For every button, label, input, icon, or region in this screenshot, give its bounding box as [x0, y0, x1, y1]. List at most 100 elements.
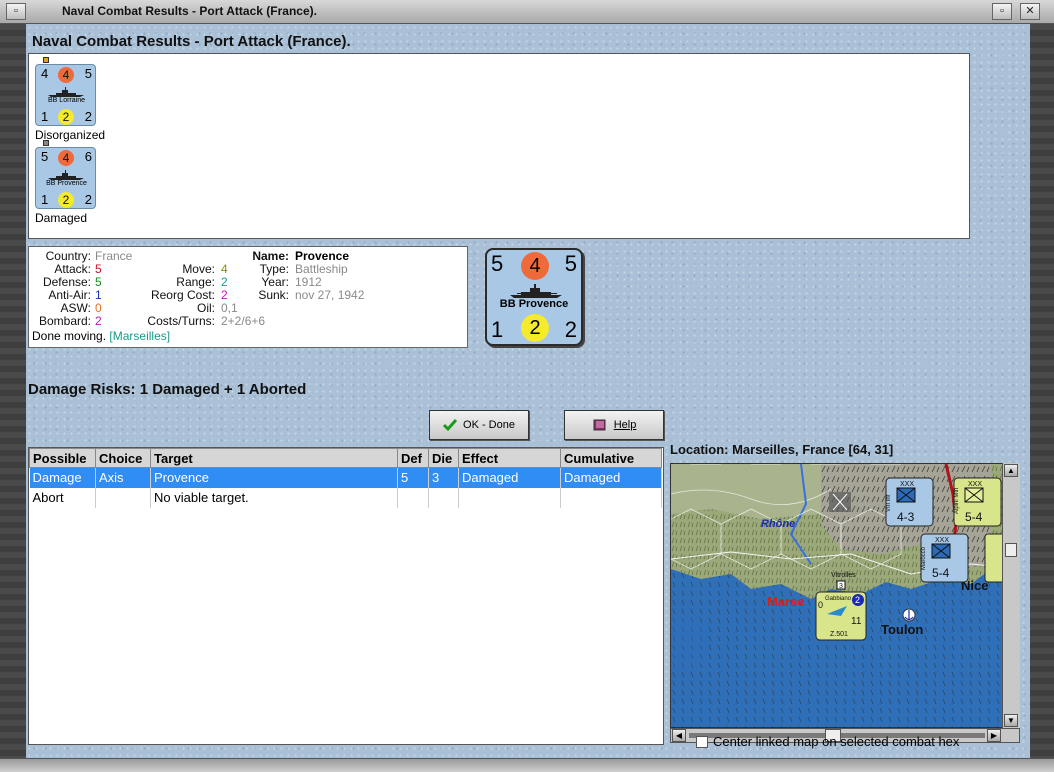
- reorg-value: 2: [221, 288, 228, 302]
- year-value: 1912: [295, 275, 322, 289]
- oil-label: Oil:: [197, 301, 215, 315]
- svg-text:Z.501: Z.501: [830, 631, 848, 638]
- attack-value: 5: [95, 262, 102, 276]
- battleship-icon: [48, 87, 84, 97]
- window-frame-left: [0, 24, 26, 764]
- sunk-value: nov 27, 1942: [295, 288, 365, 302]
- column-header[interactable]: Target: [150, 448, 398, 468]
- unit-counter[interactable]: 5 4 6 BB Provence 1 2 2: [35, 140, 96, 209]
- map-counter-alpini-mtn[interactable]: XXX 5-4 Alpini Mtn: [953, 477, 1002, 527]
- column-header[interactable]: Def: [397, 448, 429, 468]
- svg-text:XXX: XXX: [968, 481, 982, 488]
- counter-value: 4: [41, 66, 49, 81]
- svg-text:5-4: 5-4: [965, 510, 983, 524]
- svg-text:Marocco: Marocco: [921, 546, 927, 570]
- close-icon[interactable]: ✕: [1020, 3, 1040, 20]
- unit-status: Damaged: [35, 211, 88, 225]
- attack-circle: 4: [58, 67, 74, 83]
- unit-name: BB Provence: [46, 180, 87, 187]
- year-label: Year:: [261, 275, 289, 289]
- map-label-vitrolles: Vitrolles: [831, 572, 856, 579]
- column-header[interactable]: Possible: [29, 448, 96, 468]
- counter-value: 2: [564, 317, 577, 342]
- column-header[interactable]: Cumulative: [560, 448, 662, 468]
- bombard-label: Bombard:: [38, 314, 91, 328]
- linked-map[interactable]: Rhône Marse Toulon Nice Vitrolles 3 XXX …: [670, 463, 1020, 728]
- unit-info-panel: Country: France Attack: 5 Defense: 5 Ant…: [28, 246, 468, 348]
- help-label: Help: [613, 419, 637, 431]
- defense-circle: 2: [58, 109, 74, 125]
- window-title: Naval Combat Results - Port Attack (Fran…: [62, 4, 317, 18]
- unit-counter[interactable]: 4 4 5 BB Lorraine 1 2 2: [35, 57, 96, 126]
- center-map-checkbox[interactable]: [696, 736, 708, 748]
- move-value: 4: [221, 262, 228, 276]
- range-value: 2: [221, 275, 228, 289]
- column-header[interactable]: Choice: [95, 448, 151, 468]
- ok-done-button[interactable]: OK - Done: [429, 410, 529, 440]
- map-counter-marocco[interactable]: XXX 5-4 Marocco: [920, 533, 969, 583]
- table-cell: [458, 487, 561, 508]
- counter-value: 5: [41, 149, 49, 164]
- table-row[interactable]: Abort No viable target.: [29, 487, 662, 508]
- center-map-label: Center linked map on selected combat hex: [713, 734, 960, 749]
- antiair-label: Anti-Air:: [48, 288, 91, 302]
- counter-value: 1: [41, 109, 49, 124]
- scroll-right-icon[interactable]: ▶: [987, 729, 1001, 742]
- table-cell: Damaged: [458, 467, 561, 488]
- svg-text:5-4: 5-4: [932, 566, 950, 580]
- table-cell: 3: [428, 467, 459, 488]
- game-window: ▫ Naval Combat Results - Port Attack (Fr…: [0, 0, 1054, 772]
- done-location: [Marseilles]: [109, 329, 171, 343]
- oil-value: 0,1: [221, 301, 238, 315]
- unit-card-provence[interactable]: 5 4 6 BB Provence 1 2 2 Damaged: [35, 140, 96, 225]
- map-counter-viii-inf[interactable]: XXX 4-3 VIII Inf: [885, 477, 934, 527]
- defense-circle: 2: [58, 192, 74, 208]
- damage-risks: Damage Risks: 1 Damaged + 1 Aborted: [28, 381, 307, 398]
- counter-value: 5: [564, 251, 577, 276]
- map-label-toulon: Toulon: [881, 622, 923, 637]
- help-button[interactable]: Help: [564, 410, 664, 440]
- table-cell: Axis: [95, 467, 151, 488]
- bombard-value: 2: [95, 314, 102, 328]
- table-cell: No viable target.: [150, 487, 398, 508]
- svg-text:Alpini Mtn: Alpini Mtn: [954, 488, 960, 514]
- scroll-down-icon[interactable]: ▼: [1004, 714, 1018, 727]
- selected-unit-counter: 5 4 5 BB Provence 1 2 2: [485, 248, 583, 346]
- svg-text:XXX: XXX: [935, 537, 949, 544]
- map-counter-gabbiano[interactable]: 2 Gabbiano 0 11 Z.501: [815, 591, 867, 641]
- counter-value: 5: [491, 251, 504, 276]
- table-cell: [397, 487, 429, 508]
- table-cell: [560, 487, 662, 508]
- counter-value: 5: [84, 66, 92, 81]
- table-cell: [428, 487, 459, 508]
- battleship-icon: [510, 284, 562, 298]
- defense-circle: 2: [521, 314, 549, 342]
- svg-text:VIII Inf: VIII Inf: [886, 494, 892, 512]
- done-text: Done moving.: [32, 329, 107, 343]
- column-header[interactable]: Die: [428, 448, 459, 468]
- table-row[interactable]: Damage Axis Provence 5 3 Damaged Damaged: [29, 467, 662, 488]
- scroll-left-icon[interactable]: ◀: [672, 729, 686, 742]
- window-menu-button[interactable]: ▫: [6, 3, 26, 20]
- scroll-thumb[interactable]: [1005, 543, 1017, 557]
- svg-text:XXX: XXX: [900, 481, 914, 488]
- minimize-button[interactable]: ▫: [992, 3, 1012, 20]
- counter-value: 2: [84, 192, 92, 207]
- svg-text:3: 3: [839, 583, 843, 590]
- title-bar: ▫ Naval Combat Results - Port Attack (Fr…: [0, 0, 1054, 24]
- center-map-checkbox-row[interactable]: Center linked map on selected combat hex: [696, 734, 959, 749]
- unit-card-lorraine[interactable]: 4 4 5 BB Lorraine 1 2 2 Disorganized: [35, 57, 105, 142]
- column-header[interactable]: Effect: [458, 448, 561, 468]
- asw-label: ASW:: [60, 301, 91, 315]
- name-value: Provence: [295, 249, 350, 263]
- counter-value: 2: [84, 109, 92, 124]
- scroll-up-icon[interactable]: ▲: [1004, 464, 1018, 477]
- attack-circle: 4: [58, 150, 74, 166]
- svg-text:4-3: 4-3: [897, 510, 915, 524]
- page-title: Naval Combat Results - Port Attack (Fran…: [32, 33, 351, 50]
- map-label-marseilles: Marse: [767, 594, 805, 609]
- done-moving-line: Done moving. [Marseilles]: [32, 329, 170, 343]
- map-vertical-scrollbar[interactable]: ▲ ▼: [1002, 463, 1020, 728]
- unit-name: BB Lorraine: [48, 97, 85, 104]
- svg-text:Gabbiano: Gabbiano: [825, 596, 852, 602]
